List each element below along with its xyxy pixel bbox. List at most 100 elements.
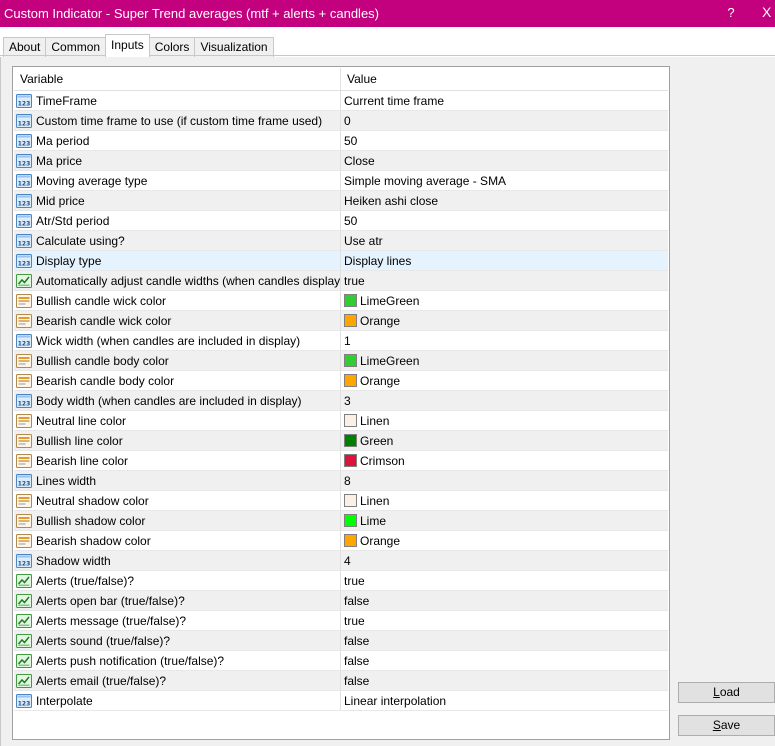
grid-row[interactable]: Bullish line color Green bbox=[14, 431, 668, 451]
grid-row[interactable]: 123 Body width (when candles are included… bbox=[14, 391, 668, 411]
grid-row[interactable]: Alerts email (true/false)? false bbox=[14, 671, 668, 691]
value-cell[interactable]: Current time frame bbox=[341, 91, 668, 110]
tab-visualization[interactable]: Visualization bbox=[194, 37, 274, 57]
variable-label: Bullish candle wick color bbox=[36, 293, 167, 308]
variable-cell: 123 TimeFrame bbox=[14, 91, 341, 110]
grid-row[interactable]: 123 Wick width (when candles are included… bbox=[14, 331, 668, 351]
value-cell[interactable]: false bbox=[341, 631, 668, 650]
variable-label: TimeFrame bbox=[36, 93, 97, 108]
tab-inputs[interactable]: Inputs bbox=[105, 34, 150, 56]
number-icon: 123 bbox=[16, 153, 32, 169]
value-cell[interactable]: 4 bbox=[341, 551, 668, 570]
number-icon: 123 bbox=[16, 393, 32, 409]
value-cell[interactable]: Display lines bbox=[341, 251, 668, 270]
grid-row[interactable]: Bearish shadow color Orange bbox=[14, 531, 668, 551]
tab-colors[interactable]: Colors bbox=[148, 37, 196, 57]
value-cell[interactable]: 50 bbox=[341, 211, 668, 230]
grid-row[interactable]: Bullish shadow color Lime bbox=[14, 511, 668, 531]
grid-row[interactable]: Neutral line color Linen bbox=[14, 411, 668, 431]
load-button[interactable]: Load bbox=[678, 682, 775, 703]
value-cell[interactable]: true bbox=[341, 611, 668, 630]
value-text: true bbox=[344, 613, 365, 628]
value-cell[interactable]: LimeGreen bbox=[341, 351, 668, 370]
value-cell[interactable]: 50 bbox=[341, 131, 668, 150]
value-cell[interactable]: LimeGreen bbox=[341, 291, 668, 310]
grid-row[interactable]: Bullish candle body color LimeGreen bbox=[14, 351, 668, 371]
grid-row[interactable]: Neutral shadow color Linen bbox=[14, 491, 668, 511]
grid-row[interactable]: Alerts push notification (true/false)? fa… bbox=[14, 651, 668, 671]
grid-row[interactable]: Bearish candle body color Orange bbox=[14, 371, 668, 391]
tab-common[interactable]: Common bbox=[45, 37, 107, 57]
value-text: Use atr bbox=[344, 233, 383, 248]
variable-label: Lines width bbox=[36, 473, 97, 488]
grid-row[interactable]: 123 Calculate using? Use atr bbox=[14, 231, 668, 251]
value-cell[interactable]: false bbox=[341, 591, 668, 610]
grid-row[interactable]: 123 Display type Display lines bbox=[14, 251, 668, 271]
grid-row[interactable]: Bearish line color Crimson bbox=[14, 451, 668, 471]
variable-label: Custom time frame to use (if custom time… bbox=[36, 113, 323, 128]
svg-text:123: 123 bbox=[18, 160, 31, 167]
grid-row[interactable]: Alerts message (true/false)? true bbox=[14, 611, 668, 631]
variable-cell: Bearish shadow color bbox=[14, 531, 341, 550]
variable-label: Wick width (when candles are included in… bbox=[36, 333, 301, 348]
grid-row[interactable]: 123 Shadow width 4 bbox=[14, 551, 668, 571]
value-text: true bbox=[344, 573, 365, 588]
save-button[interactable]: Save bbox=[678, 715, 775, 736]
value-cell[interactable]: true bbox=[341, 271, 668, 290]
value-cell[interactable]: 1 bbox=[341, 331, 668, 350]
variable-cell: Bullish candle body color bbox=[14, 351, 341, 370]
close-button[interactable]: X bbox=[762, 4, 771, 20]
grid-row[interactable]: Alerts sound (true/false)? false bbox=[14, 631, 668, 651]
value-text: 50 bbox=[344, 133, 358, 148]
save-button-label: ave bbox=[720, 718, 741, 732]
column-header-variable[interactable]: Variable bbox=[14, 68, 341, 90]
help-button[interactable]: ? bbox=[724, 5, 738, 20]
grid-row[interactable]: Bearish candle wick color Orange bbox=[14, 311, 668, 331]
grid-row[interactable]: 123 Moving average type Simple moving aver… bbox=[14, 171, 668, 191]
value-cell[interactable]: false bbox=[341, 671, 668, 690]
value-cell[interactable]: Orange bbox=[341, 311, 668, 330]
grid-row[interactable]: Alerts open bar (true/false)? false bbox=[14, 591, 668, 611]
value-cell[interactable]: Linear interpolation bbox=[341, 691, 668, 710]
grid-row[interactable]: Bullish candle wick color LimeGreen bbox=[14, 291, 668, 311]
value-cell[interactable]: Lime bbox=[341, 511, 668, 530]
grid-row[interactable]: 123 Atr/Std period 50 bbox=[14, 211, 668, 231]
variable-label: Shadow width bbox=[36, 553, 111, 568]
value-cell[interactable]: 8 bbox=[341, 471, 668, 490]
value-cell[interactable]: Orange bbox=[341, 531, 668, 550]
number-icon: 123 bbox=[16, 213, 32, 229]
tab-about[interactable]: About bbox=[3, 37, 47, 57]
grid-row[interactable]: Alerts (true/false)? true bbox=[14, 571, 668, 591]
variable-label: Automatically adjust candle widths (when… bbox=[36, 273, 341, 288]
variable-label: Bearish candle body color bbox=[36, 373, 175, 388]
value-cell[interactable]: Simple moving average - SMA bbox=[341, 171, 668, 190]
grid-row[interactable]: Automatically adjust candle widths (when… bbox=[14, 271, 668, 291]
value-cell[interactable]: Crimson bbox=[341, 451, 668, 470]
grid-row[interactable]: 123 Lines width 8 bbox=[14, 471, 668, 491]
grid-row[interactable]: 123 Ma period 50 bbox=[14, 131, 668, 151]
value-cell[interactable]: false bbox=[341, 651, 668, 670]
grid-row[interactable]: 123 Mid price Heiken ashi close bbox=[14, 191, 668, 211]
svg-text:123: 123 bbox=[18, 100, 31, 107]
bool-icon bbox=[16, 573, 32, 589]
value-cell[interactable]: Orange bbox=[341, 371, 668, 390]
value-cell[interactable]: true bbox=[341, 571, 668, 590]
grid-row[interactable]: 123 Ma price Close bbox=[14, 151, 668, 171]
variable-cell: 123 Ma period bbox=[14, 131, 341, 150]
value-cell[interactable]: 0 bbox=[341, 111, 668, 130]
svg-text:123: 123 bbox=[18, 700, 31, 707]
value-cell[interactable]: Heiken ashi close bbox=[341, 191, 668, 210]
grid-row[interactable]: 123 Interpolate Linear interpolation bbox=[14, 691, 668, 711]
value-cell[interactable]: Use atr bbox=[341, 231, 668, 250]
value-text: false bbox=[344, 593, 370, 608]
variable-cell: Alerts (true/false)? bbox=[14, 571, 341, 590]
value-cell[interactable]: Close bbox=[341, 151, 668, 170]
value-cell[interactable]: Linen bbox=[341, 491, 668, 510]
value-cell[interactable]: Linen bbox=[341, 411, 668, 430]
grid-row[interactable]: 123 Custom time frame to use (if custom t… bbox=[14, 111, 668, 131]
variable-cell: 123 Lines width bbox=[14, 471, 341, 490]
value-cell[interactable]: Green bbox=[341, 431, 668, 450]
column-header-value[interactable]: Value bbox=[341, 68, 668, 90]
grid-row[interactable]: 123 TimeFrame Current time frame bbox=[14, 91, 668, 111]
value-cell[interactable]: 3 bbox=[341, 391, 668, 410]
